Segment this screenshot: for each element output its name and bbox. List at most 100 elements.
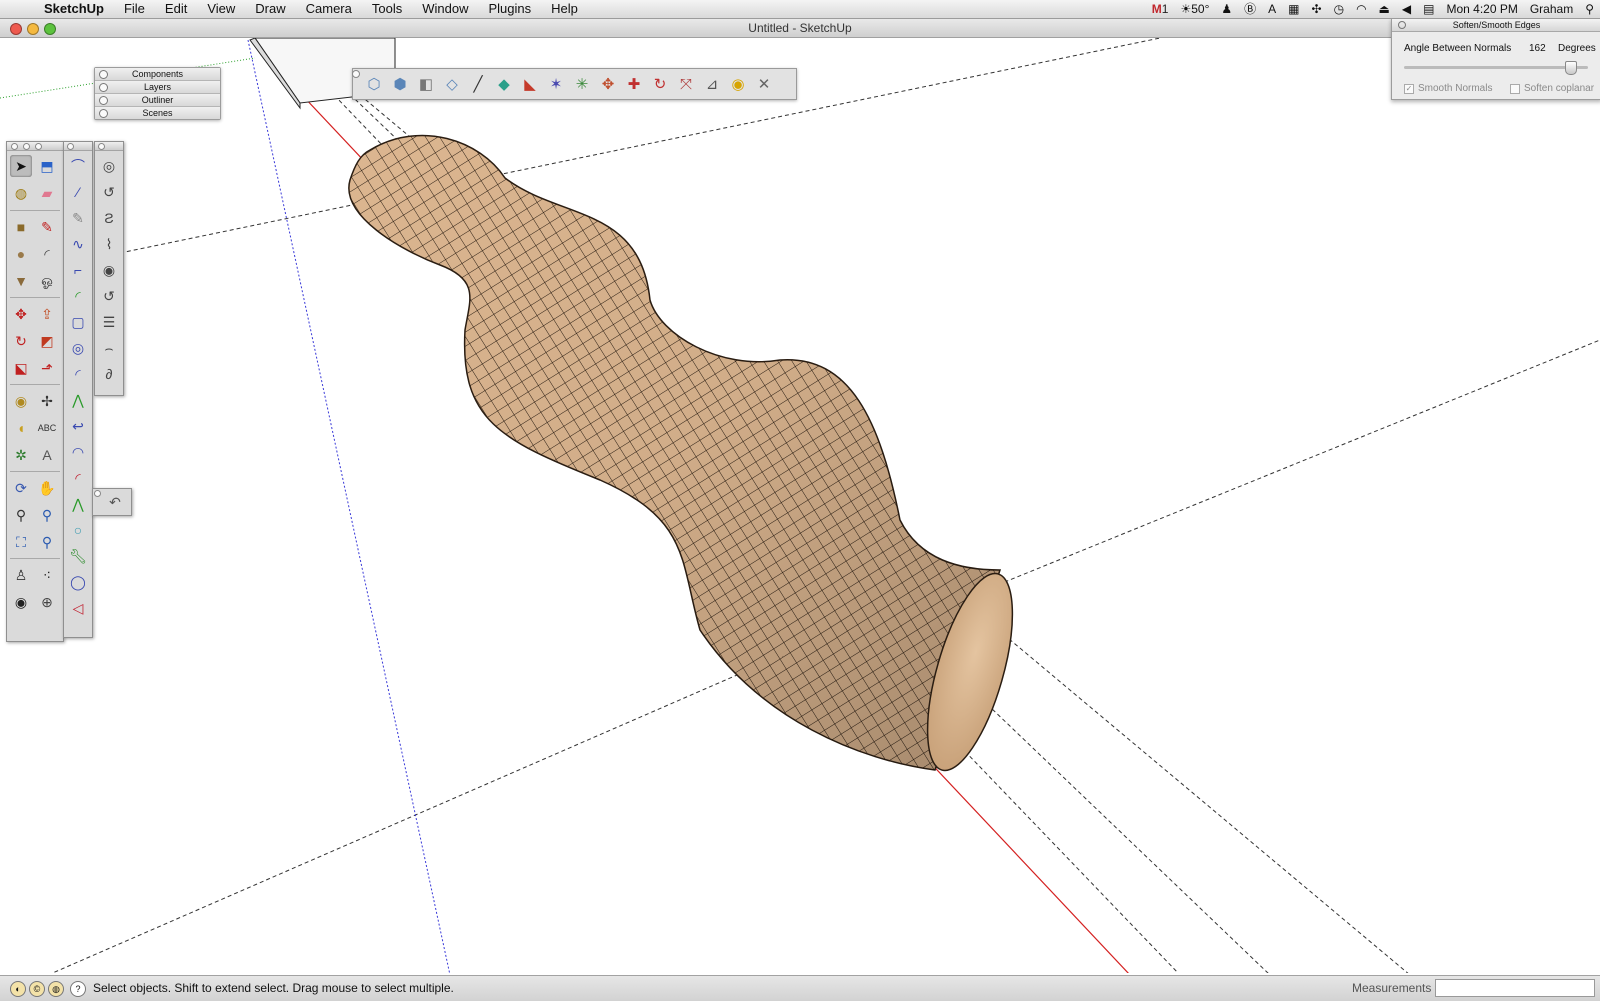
menu-clock[interactable]: Mon 4:20 PM — [1446, 0, 1517, 18]
menu-plugins[interactable]: Plugins — [478, 0, 541, 18]
spaces-icon[interactable]: ✣ — [1312, 0, 1322, 18]
orbit-icon[interactable]: ⟳ — [10, 477, 32, 499]
spline-icon[interactable]: ✎ — [67, 207, 89, 229]
tray-layers[interactable]: Layers — [95, 81, 220, 94]
angle-slider[interactable] — [1404, 61, 1588, 75]
make-component-icon[interactable]: ⬒ — [36, 155, 58, 177]
arc-fillet-icon[interactable]: ◜ — [67, 285, 89, 307]
palette-close-icon[interactable] — [98, 143, 105, 150]
circle-outline-icon[interactable]: ○ — [67, 519, 89, 541]
wrench-icon[interactable]: 🔧︎ — [67, 545, 89, 567]
palette-close-icon[interactable] — [94, 490, 101, 497]
tray-toggle-icon[interactable] — [99, 83, 108, 92]
menu-edit[interactable]: Edit — [155, 0, 197, 18]
zoom-extents-icon[interactable]: ⛶ — [10, 531, 32, 553]
tray-toggle-icon[interactable] — [99, 109, 108, 118]
geo-location-status-icon[interactable]: ◐ — [10, 981, 26, 997]
push-pull-icon[interactable]: ⇪ — [36, 303, 58, 325]
menu-window[interactable]: Window — [412, 0, 478, 18]
zigzag-icon[interactable]: ⋀ — [67, 389, 89, 411]
spiral-8-icon[interactable]: ∂ — [98, 363, 120, 385]
top-view-icon[interactable]: ⬢ — [389, 73, 411, 95]
helix-icon[interactable]: ☰ — [98, 311, 120, 333]
close-window-button[interactable] — [10, 23, 22, 35]
front-view-icon[interactable]: ◧ — [415, 73, 437, 95]
palette-zoom-icon[interactable] — [35, 143, 42, 150]
dimension-icon[interactable]: ✢ — [36, 390, 58, 412]
look-around-icon[interactable]: ◉ — [10, 591, 32, 613]
credits-status-icon[interactable]: © — [29, 981, 45, 997]
mini-tool-icon[interactable]: ↶ — [104, 491, 126, 513]
rotate-icon[interactable]: ↻ — [10, 330, 32, 352]
volume-icon[interactable]: ◀ — [1402, 0, 1411, 18]
spiral-5-icon[interactable]: ◉ — [98, 259, 120, 281]
eraser-icon[interactable]: ▰ — [36, 182, 58, 204]
measurements-input[interactable] — [1435, 979, 1595, 997]
circle-icon[interactable]: ● — [10, 243, 32, 265]
toolbar-close-icon[interactable] — [352, 70, 360, 78]
flip-edge-icon[interactable]: ⤧ — [675, 73, 697, 95]
rounded-rect-icon[interactable]: ▢ — [67, 311, 89, 333]
tray-outliner[interactable]: Outliner — [95, 94, 220, 107]
zoom-window-button[interactable] — [44, 23, 56, 35]
blue-ellipse-icon[interactable]: ◯ — [67, 571, 89, 593]
gmail-notifier-icon[interactable]: M1 — [1152, 0, 1169, 18]
tray-components[interactable]: Components — [95, 68, 220, 81]
bezier-icon[interactable]: ⌒ — [67, 155, 89, 177]
sandbox-tool-1-icon[interactable]: ⊿ — [701, 73, 723, 95]
move-icon[interactable]: ✥ — [10, 303, 32, 325]
palette-close-icon[interactable] — [67, 143, 74, 150]
rectangle-icon[interactable]: ■ — [10, 216, 32, 238]
axes-icon[interactable]: ✲ — [10, 444, 32, 466]
menu-tools[interactable]: Tools — [362, 0, 412, 18]
model-viewport[interactable] — [0, 38, 1600, 973]
red-arc-icon[interactable]: ◜ — [67, 467, 89, 489]
menu-help[interactable]: Help — [541, 0, 588, 18]
wifi-icon[interactable]: ◠ — [1356, 0, 1366, 18]
menu-sketchup[interactable]: SketchUp — [34, 0, 114, 18]
catmull-icon[interactable]: ∿ — [67, 233, 89, 255]
spiral-7-icon[interactable]: ⌢ — [98, 337, 120, 359]
user-silhouette-icon[interactable]: ♟ — [1221, 0, 1232, 18]
scale-icon[interactable]: ⬕ — [10, 357, 32, 379]
stamp-icon[interactable]: ✥ — [597, 73, 619, 95]
right-view-icon[interactable]: ◇ — [441, 73, 463, 95]
palette-close-icon[interactable] — [11, 143, 18, 150]
polygon-icon[interactable]: ▼ — [10, 270, 32, 292]
walk-icon[interactable]: ⁖ — [36, 564, 58, 586]
tape-measure-icon[interactable]: ◉ — [10, 390, 32, 412]
plugin-tools-icon[interactable]: ✕ — [753, 73, 775, 95]
weather-widget[interactable]: ☀50° — [1180, 0, 1209, 18]
spiral-4-icon[interactable]: ⌇ — [98, 233, 120, 255]
section-plane-icon[interactable]: ⊕ — [36, 591, 58, 613]
follow-me-icon[interactable]: ◩ — [36, 330, 58, 352]
smoove-icon[interactable]: ✳ — [571, 73, 593, 95]
bluetooth-icon[interactable]: Ⓑ — [1244, 0, 1256, 18]
menu-user-name[interactable]: Graham — [1530, 0, 1573, 18]
panel-close-icon[interactable] — [1398, 21, 1406, 29]
text-icon[interactable]: ABC — [36, 417, 58, 439]
minimize-window-button[interactable] — [27, 23, 39, 35]
menu-camera[interactable]: Camera — [296, 0, 362, 18]
geo-location-icon[interactable]: ◉ — [727, 73, 749, 95]
green-zigzag-icon[interactable]: ⋀ — [67, 493, 89, 515]
model-canvas[interactable] — [0, 38, 1600, 973]
checkbox-box[interactable] — [1510, 83, 1520, 94]
menu-file[interactable]: File — [114, 0, 155, 18]
half-arc-icon[interactable]: ◠ — [67, 441, 89, 463]
drape-icon[interactable]: ✚ — [623, 73, 645, 95]
paint-bucket-icon[interactable]: ◍ — [10, 182, 32, 204]
font-menu-icon[interactable]: A — [1268, 0, 1276, 18]
sandbox-from-scratch-icon[interactable]: ✶ — [545, 73, 567, 95]
checkbox-box[interactable]: ✓ — [1404, 83, 1414, 94]
menu-draw[interactable]: Draw — [245, 0, 295, 18]
eject-icon[interactable]: ⏏ — [1379, 0, 1390, 18]
instructor-help-icon[interactable]: ? — [70, 981, 86, 997]
angle-slider-thumb[interactable] — [1564, 61, 1577, 75]
polyline-icon[interactable]: ⁄ — [67, 181, 89, 203]
zoom-window-icon[interactable]: ⚲ — [36, 504, 58, 526]
iso-view-icon[interactable]: ⬡ — [363, 73, 385, 95]
input-menu-icon[interactable]: ▤ — [1423, 0, 1434, 18]
hook-icon[interactable]: ↩ — [67, 415, 89, 437]
position-camera-icon[interactable]: ♙ — [10, 564, 32, 586]
